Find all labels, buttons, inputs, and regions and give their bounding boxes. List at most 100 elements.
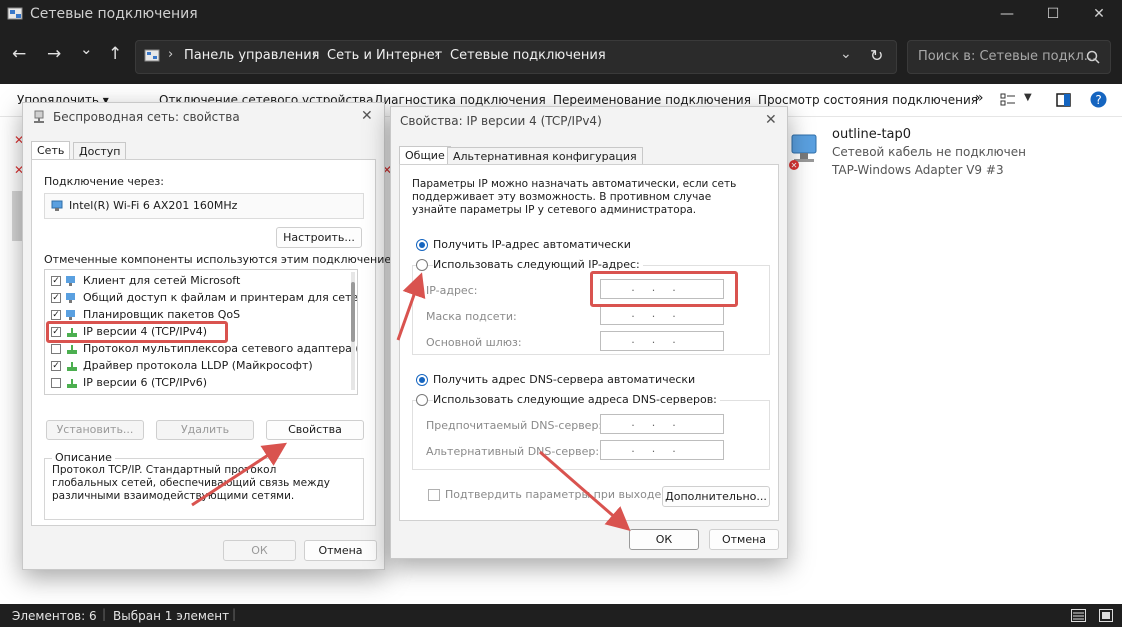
view-dropdown-icon[interactable]: ▼ — [1024, 92, 1032, 103]
cancel-button[interactable]: Отмена — [709, 529, 779, 550]
ipv4-highlight — [46, 321, 228, 343]
list-scrollbar[interactable] — [351, 272, 355, 390]
description-text: Протокол TCP/IP. Стандартный протокол гл… — [52, 464, 330, 502]
alternate-dns-label: Альтернативный DNS-сервер: — [426, 445, 600, 458]
breadcrumb-network-connections[interactable]: Сетевые подключения — [450, 48, 606, 63]
component-label: Общий доступ к файлам и принтерам для се… — [83, 291, 358, 304]
alternate-dns-input[interactable]: ... — [600, 440, 724, 460]
help-icon[interactable]: ? — [1090, 91, 1107, 108]
preferred-dns-input[interactable]: ... — [600, 414, 724, 434]
details-view-icon[interactable] — [1071, 609, 1086, 622]
manual-dns-label: Использовать следующие адреса DNS-сервер… — [433, 393, 720, 406]
component-checkbox[interactable]: ✓ — [51, 293, 61, 303]
connect-via-label: Подключение через: — [44, 175, 164, 188]
install-button[interactable]: Установить... — [46, 420, 144, 440]
network-folder-icon — [7, 7, 23, 20]
manual-ip-radio[interactable] — [416, 259, 428, 271]
component-label: IP версии 6 (TCP/IPv6) — [83, 376, 208, 389]
selected-item-highlight — [12, 191, 22, 241]
components-label: Отмеченные компоненты используются этим … — [44, 253, 404, 266]
component-checkbox[interactable] — [51, 344, 61, 354]
control-panel-icon — [144, 49, 160, 62]
service-icon — [66, 310, 75, 320]
close-window-button[interactable]: ✕ — [1076, 0, 1122, 30]
connection-status: Сетевой кабель не подключен — [832, 145, 1026, 159]
rename-connection-button[interactable]: Переименование подключения — [553, 93, 751, 107]
ok-button[interactable]: ОК — [223, 540, 296, 561]
preview-pane-icon[interactable] — [1056, 93, 1071, 107]
tab-sharing[interactable]: Доступ — [73, 142, 127, 160]
back-button[interactable]: ← — [12, 44, 26, 64]
component-checkbox[interactable] — [51, 378, 61, 388]
navigation-bar: ← → ⌄ ↑ › Панель управления › Сеть и Инт… — [0, 30, 1122, 84]
breadcrumb-separator-icon: › — [168, 47, 174, 62]
view-options-icon[interactable] — [1000, 93, 1016, 107]
configure-button[interactable]: Настроить... — [276, 227, 362, 248]
subnet-mask-label: Маска подсети: — [426, 310, 517, 323]
close-dialog-button[interactable]: ✕ — [765, 112, 777, 128]
tab-alternate-config[interactable]: Альтернативная конфигурация — [447, 147, 643, 165]
refresh-button[interactable]: ↻ — [870, 46, 883, 65]
svg-text:✕: ✕ — [791, 161, 798, 170]
tab-general[interactable]: Общие — [399, 146, 451, 165]
chevron-down-icon[interactable]: ⌄ — [840, 46, 852, 62]
validate-checkbox[interactable] — [428, 489, 440, 501]
recent-locations-button[interactable]: ⌄ — [80, 40, 93, 58]
remove-button[interactable]: Удалить — [156, 420, 254, 440]
view-status-button[interactable]: Просмотр состояния подключения — [758, 93, 978, 107]
client-icon — [66, 293, 75, 303]
advanced-button[interactable]: Дополнительно... — [662, 486, 770, 507]
connection-item-outline-tap0[interactable]: ✕ outline-tap0 Сетевой кабель не подключ… — [786, 127, 1106, 183]
subnet-mask-input[interactable]: ... — [600, 305, 724, 325]
ok-button[interactable]: ОК — [629, 529, 699, 550]
properties-button[interactable]: Свойства — [266, 420, 364, 440]
client-icon — [66, 276, 75, 286]
list-item[interactable]: ✓ Драйвер протокола LLDP (Майкрософт) — [49, 358, 349, 374]
tab-network[interactable]: Сеть — [31, 141, 71, 160]
auto-dns-radio[interactable] — [416, 374, 428, 386]
gateway-input[interactable]: ... — [600, 331, 724, 351]
manual-ip-label: Использовать следующий IP-адрес: — [433, 258, 643, 271]
description-title: Описание — [52, 451, 115, 464]
protocol-icon — [67, 345, 77, 354]
search-input[interactable]: Поиск в: Сетевые подкл... — [907, 40, 1111, 74]
list-item[interactable]: ✓ Общий доступ к файлам и принтерам для … — [49, 290, 357, 306]
list-item[interactable]: Протокол мультиплексора сетевого адаптер… — [49, 341, 357, 357]
auto-ip-radio[interactable] — [416, 239, 428, 251]
search-placeholder: Поиск в: Сетевые подкл... — [918, 49, 1097, 64]
auto-ip-label: Получить IP-адрес автоматически — [433, 238, 631, 251]
wifi-adapter-icon — [51, 200, 63, 211]
status-separator: | — [232, 607, 237, 621]
ip-address-label: IP-адрес: — [426, 284, 478, 297]
connection-adapter: TAP-Windows Adapter V9 #3 — [832, 163, 1004, 177]
dialog-title: Свойства: IP версии 4 (TCP/IPv4) — [400, 114, 602, 128]
window-title: Сетевые подключения — [30, 6, 198, 22]
diagnose-connection-button[interactable]: Диагностика подключения — [374, 93, 546, 107]
connection-name: outline-tap0 — [832, 127, 912, 142]
up-button[interactable]: ↑ — [108, 44, 122, 64]
cancel-button[interactable]: Отмена — [304, 540, 377, 561]
component-checkbox[interactable]: ✓ — [51, 310, 61, 320]
intro-text: Параметры IP можно назначать автоматичес… — [412, 178, 737, 216]
list-item[interactable]: IP версии 6 (TCP/IPv6) — [49, 375, 349, 391]
component-label: Планировщик пакетов QoS — [83, 308, 241, 321]
close-dialog-button[interactable]: ✕ — [361, 108, 373, 124]
adapter-name: Intel(R) Wi-Fi 6 AX201 160MHz — [69, 199, 238, 212]
component-checkbox[interactable]: ✓ — [51, 361, 61, 371]
large-icons-view-icon[interactable] — [1099, 609, 1113, 622]
breadcrumb-control-panel[interactable]: Панель управления — [184, 48, 320, 63]
component-label: Драйвер протокола LLDP (Майкрософт) — [83, 359, 313, 372]
dialog-title: Беспроводная сеть: свойства — [53, 110, 240, 124]
component-label: Протокол мультиплексора сетевого адаптер… — [83, 342, 358, 355]
breadcrumb-network-internet[interactable]: Сеть и Интернет — [327, 48, 442, 63]
more-commands-button[interactable]: » — [975, 90, 984, 106]
manual-dns-radio[interactable] — [416, 394, 428, 406]
list-item[interactable]: ✓ Клиент для сетей Microsoft — [49, 273, 349, 289]
status-items-count: Элементов: 6 — [12, 609, 97, 623]
status-separator: | — [102, 607, 107, 621]
component-checkbox[interactable]: ✓ — [51, 276, 61, 286]
address-bar[interactable]: › Панель управления › Сеть и Интернет › … — [135, 40, 897, 74]
maximize-button[interactable]: ☐ — [1030, 0, 1076, 30]
minimize-button[interactable]: — — [984, 0, 1030, 30]
forward-button[interactable]: → — [47, 44, 61, 64]
